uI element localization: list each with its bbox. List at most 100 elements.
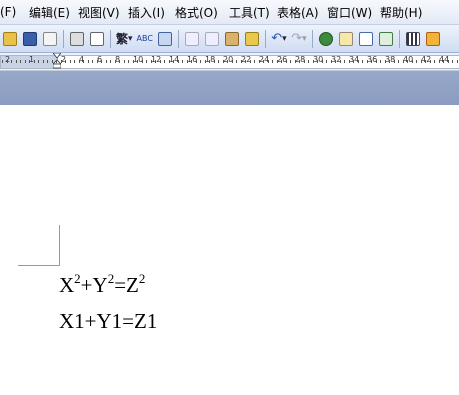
- open-icon[interactable]: [2, 30, 18, 48]
- ruler-tick: [177, 60, 179, 63]
- ruler-tick: [416, 60, 417, 63]
- research-icon[interactable]: [157, 30, 173, 48]
- insert-table-icon[interactable]: [358, 30, 374, 48]
- ruler-tick: [218, 60, 219, 63]
- toolbar-separator: [398, 29, 400, 48]
- menu-view[interactable]: 视图(V): [78, 4, 120, 21]
- ruler-tick: [87, 60, 89, 63]
- ruler-tick: [245, 60, 246, 63]
- ruler-tick: [204, 60, 206, 63]
- print-preview-icon[interactable]: [89, 30, 105, 48]
- ruler-tick: [326, 60, 327, 63]
- toolbar-background-band: [0, 71, 459, 105]
- toolbar-separator: [110, 29, 111, 48]
- ruler-tick: [384, 60, 386, 63]
- traditional-chinese-button[interactable]: 繁 ▾: [116, 30, 133, 48]
- ruler-tick: [393, 60, 395, 63]
- ruler-tick: [366, 60, 368, 63]
- traditional-chinese-label: 繁: [116, 32, 129, 46]
- insert-excel-icon[interactable]: [378, 30, 394, 48]
- ruler-tick: [96, 60, 98, 63]
- ruler-tick: [186, 60, 188, 63]
- eq-term: =Z: [114, 273, 139, 297]
- ruler-tick: [236, 60, 237, 63]
- standard-toolbar: 繁 ▾ ABC ↶ ▾ ↷ ▾: [0, 25, 459, 53]
- ruler-tick: [389, 60, 390, 63]
- ruler-tick: [411, 60, 413, 63]
- ruler-tick: [56, 60, 57, 63]
- permission-icon[interactable]: [42, 30, 58, 48]
- menu-tools[interactable]: 工具(T): [229, 4, 270, 21]
- ruler-tick: [281, 60, 282, 63]
- ruler-tick: [137, 60, 138, 63]
- hyperlink-icon[interactable]: [318, 30, 334, 48]
- ruler-tick: [69, 60, 71, 63]
- ruler-tick: [425, 60, 426, 63]
- ruler-tick: [375, 60, 377, 63]
- ruler-tick: [119, 60, 120, 63]
- ruler-tick: [101, 60, 102, 63]
- ruler-tick: [128, 60, 129, 63]
- ruler-tick: [47, 60, 48, 63]
- equation-plain[interactable]: X1+Y1=Z1: [59, 309, 157, 334]
- ruler-tick: [60, 60, 62, 63]
- ruler-tick: [65, 60, 66, 63]
- ruler-tick: [110, 60, 111, 63]
- tables-borders-icon[interactable]: [338, 30, 354, 48]
- ruler-tick: [335, 60, 336, 63]
- ruler-tick: [83, 60, 84, 63]
- cut-icon[interactable]: [184, 30, 200, 48]
- ruler-tick: [6, 60, 8, 63]
- ruler-tick: [456, 60, 458, 63]
- print-icon[interactable]: [69, 30, 85, 48]
- menu-help[interactable]: 帮助(H): [380, 4, 422, 21]
- ruler-tick: [29, 60, 30, 63]
- paste-icon[interactable]: [224, 30, 240, 48]
- ruler-tick: [407, 60, 408, 63]
- ruler-tick: [173, 60, 174, 63]
- ruler-tick: [380, 60, 381, 63]
- ruler-tick: [168, 60, 170, 63]
- ruler-tick: [195, 60, 197, 63]
- ruler-tick: [74, 60, 75, 63]
- ruler-tick: [371, 60, 372, 63]
- save-icon[interactable]: [22, 30, 38, 48]
- format-painter-icon[interactable]: [244, 30, 260, 48]
- ruler-tick: [258, 60, 260, 63]
- ruler-tick: [285, 60, 287, 63]
- drawing-icon[interactable]: [425, 30, 441, 48]
- menu-edit[interactable]: 编辑(E): [29, 4, 70, 21]
- ruler-tick: [443, 60, 444, 63]
- ruler-tick: [11, 60, 12, 63]
- spelling-icon[interactable]: ABC: [137, 30, 153, 48]
- ruler-tick: [92, 60, 93, 63]
- columns-icon[interactable]: [405, 30, 421, 48]
- ruler-tick: [330, 60, 332, 63]
- page-corner-mark: [18, 265, 60, 266]
- ruler-tick: [429, 60, 431, 63]
- ruler-tick: [20, 60, 21, 63]
- equation-superscript[interactable]: X2+Y2=Z2: [59, 271, 145, 298]
- menu-file[interactable]: (F): [0, 5, 16, 19]
- ruler-tick: [78, 60, 80, 63]
- ruler-tick: [312, 60, 314, 63]
- ruler-tick: [114, 60, 116, 63]
- undo-icon[interactable]: ↶ ▾: [271, 30, 287, 48]
- ruler-tick: [321, 60, 323, 63]
- ruler-tick: [141, 60, 143, 63]
- horizontal-ruler[interactable]: 2 1 2 4 6 8 10 12 14 16 18 20 22 24 26 28 30 32 34 36 38 40 42…: [0, 53, 459, 71]
- menu-table[interactable]: 表格(A): [277, 4, 319, 21]
- menu-format[interactable]: 格式(O): [175, 4, 218, 21]
- toolbar-separator: [264, 29, 266, 48]
- menu-window[interactable]: 窗口(W): [327, 4, 372, 21]
- page-corner-mark: [59, 225, 60, 266]
- menu-insert[interactable]: 插入(I): [128, 4, 165, 21]
- ruler-tick: [339, 60, 341, 63]
- redo-icon[interactable]: ↷ ▾: [291, 30, 307, 48]
- document-page[interactable]: [0, 105, 459, 395]
- copy-icon[interactable]: [204, 30, 220, 48]
- toolbar-separator: [311, 29, 313, 48]
- ruler-tick: [398, 60, 399, 63]
- ruler-tick: [438, 60, 440, 63]
- ruler-tick: [42, 60, 44, 63]
